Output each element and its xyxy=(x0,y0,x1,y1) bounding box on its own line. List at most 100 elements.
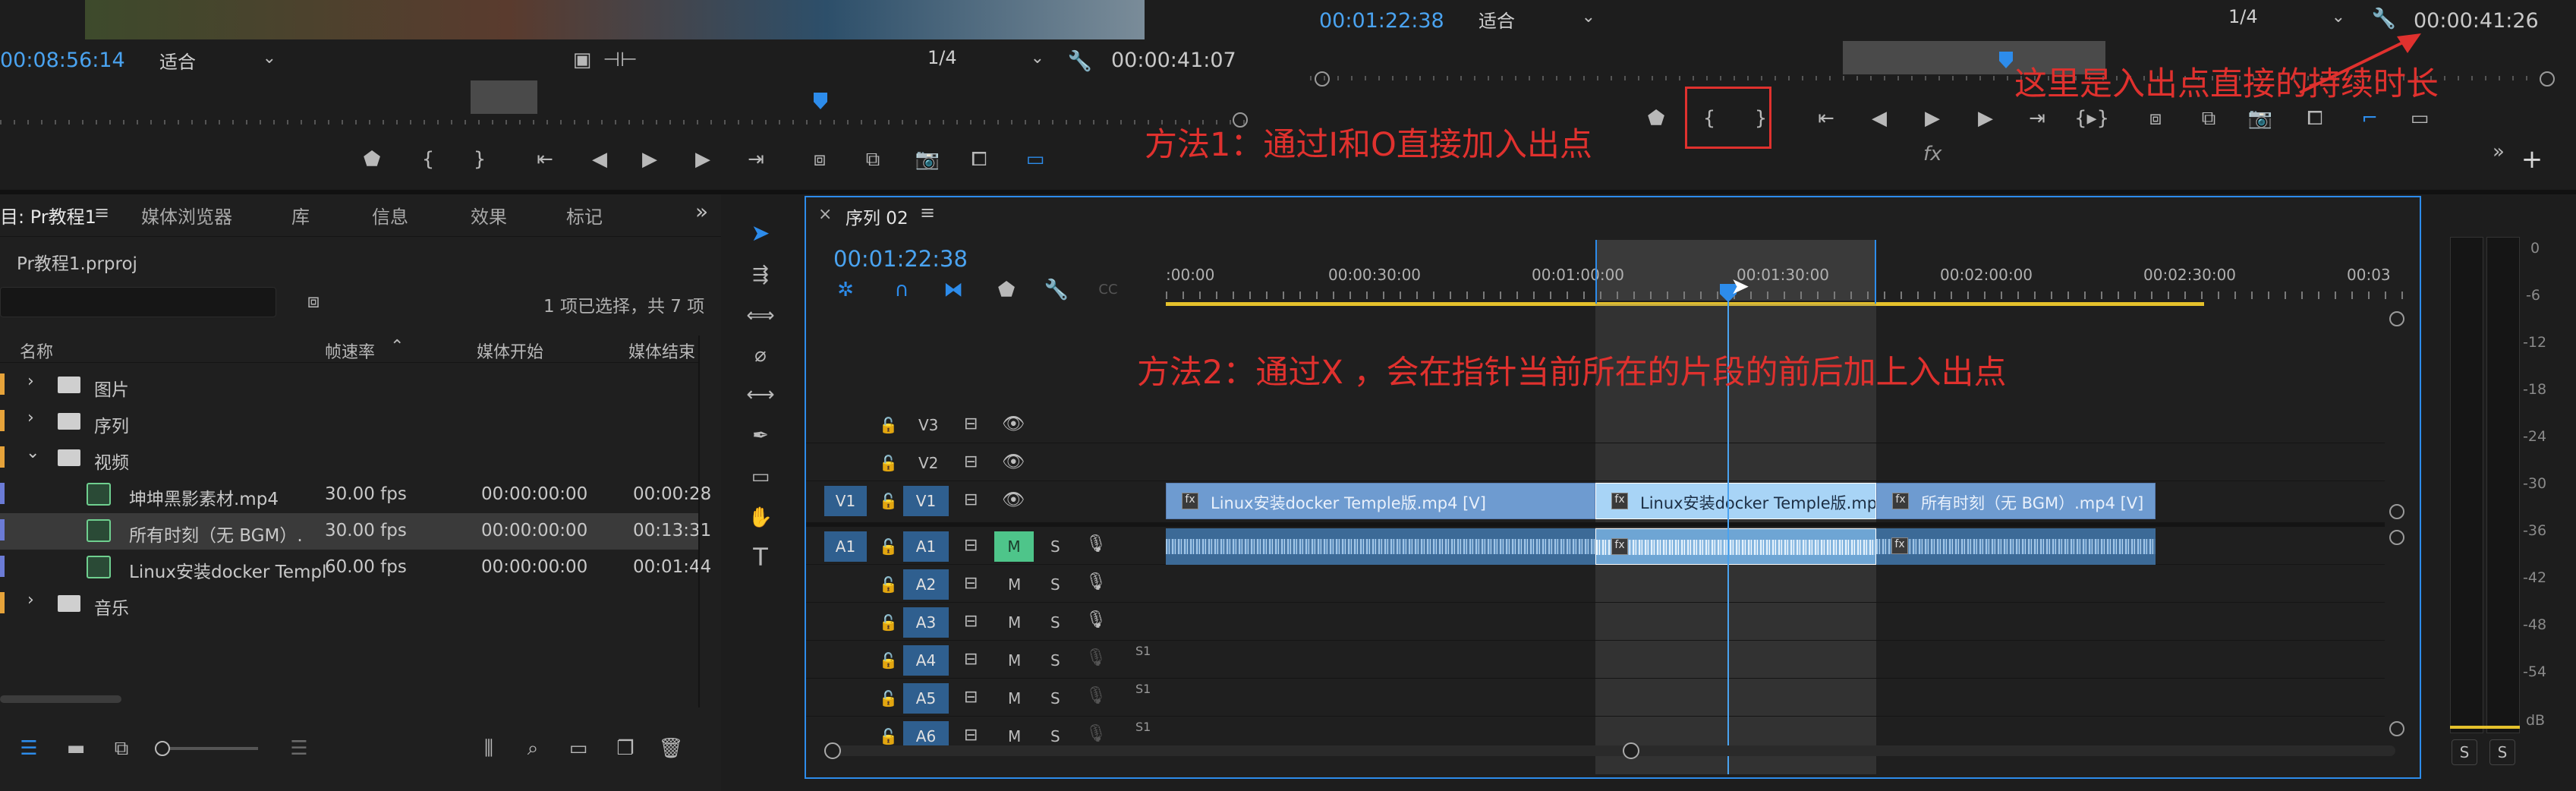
list-item[interactable]: 坤坤黑影素材.mp4 30.00 fps 00:00:00:00 00:00:2… xyxy=(0,477,711,513)
trash-icon[interactable]: 🗑 xyxy=(657,735,685,762)
comparison-icon[interactable]: ⊣⊢ xyxy=(603,49,637,71)
sync-lock-icon[interactable]: ⊟ xyxy=(964,612,978,631)
source-playhead[interactable] xyxy=(814,93,827,109)
slip-tool-icon[interactable]: ⟷ xyxy=(744,378,777,411)
solo-button[interactable]: S xyxy=(1050,689,1060,707)
step-back-icon[interactable]: ◀ xyxy=(584,144,615,175)
solo-button[interactable]: S xyxy=(1050,727,1060,745)
go-to-in-icon[interactable]: ⇤ xyxy=(530,144,560,175)
track-label[interactable]: A4 xyxy=(903,645,949,676)
proxy-toggle-icon[interactable]: ⌐ xyxy=(2354,103,2385,134)
new-item-icon[interactable]: ❐ xyxy=(612,735,639,762)
audio-clip-selected[interactable]: fx xyxy=(1595,528,1876,565)
tab-media-browser[interactable]: 媒体浏览器 xyxy=(141,202,232,228)
source-patch-v1[interactable]: V1 xyxy=(824,486,867,516)
camera-icon[interactable]: 📷 xyxy=(912,144,943,175)
sync-lock-icon[interactable]: ⊟ xyxy=(964,414,978,433)
tab-menu-icon[interactable]: ≡ xyxy=(94,202,109,223)
type-tool-icon[interactable]: T xyxy=(744,540,777,574)
vr-video-icon[interactable]: ▭ xyxy=(1019,144,1052,175)
lock-icon[interactable]: 🔓 xyxy=(879,689,898,707)
zoom-start-handle[interactable] xyxy=(824,742,841,759)
mark-out-icon[interactable]: } xyxy=(464,144,495,175)
mark-in-icon[interactable]: { xyxy=(413,144,443,175)
solo-button[interactable]: S xyxy=(1050,537,1060,556)
column-frame-rate[interactable]: 帧速率 xyxy=(325,339,375,363)
microphone-icon[interactable]: 🎙 xyxy=(1085,648,1107,667)
search-icon[interactable]: ⌕ xyxy=(519,735,546,762)
lift-icon[interactable]: ⧈ xyxy=(2139,103,2172,134)
column-media-start[interactable]: 媒体开始 xyxy=(477,339,543,363)
step-forward-icon[interactable]: ▶ xyxy=(1970,103,2001,134)
list-item[interactable]: Linux安装docker Templ 60.00 fps 00:00:00:0… xyxy=(0,550,711,586)
track-label[interactable]: A2 xyxy=(903,569,949,600)
zoom-slider[interactable] xyxy=(156,747,258,750)
captions-icon[interactable]: CC xyxy=(1093,276,1123,304)
meter-solo-right[interactable]: S xyxy=(2489,739,2515,765)
nest-toggle-icon[interactable]: ✲ xyxy=(832,276,859,304)
microphone-icon[interactable]: 🎙 xyxy=(1085,724,1107,743)
go-to-out-icon[interactable]: ⇥ xyxy=(2022,103,2052,134)
pen-tool-icon[interactable]: ✒ xyxy=(744,419,777,452)
new-bin-icon[interactable]: ▭ xyxy=(565,735,592,762)
linked-selection-icon[interactable]: ⧓ xyxy=(940,276,967,304)
lock-icon[interactable]: 🔓 xyxy=(879,613,898,632)
source-resolution-dropdown[interactable]: 1/4 ⌄ xyxy=(927,47,1049,74)
list-item[interactable]: › 序列 xyxy=(0,404,700,440)
scroll-handle-icon[interactable] xyxy=(2389,721,2404,736)
icon-view-icon[interactable]: ▬ xyxy=(62,735,90,762)
sync-lock-icon[interactable]: ⊟ xyxy=(964,536,978,555)
audio-clip[interactable]: fx xyxy=(1876,528,2156,565)
lock-icon[interactable]: 🔓 xyxy=(879,575,898,594)
play-icon[interactable]: ▶ xyxy=(1917,103,1948,134)
close-tab-icon[interactable]: × xyxy=(818,205,832,224)
insert-icon[interactable]: ⧈ xyxy=(803,144,836,175)
panel-overflow-icon[interactable]: » xyxy=(695,199,708,224)
tab-markers[interactable]: 标记 xyxy=(566,202,603,228)
track-label[interactable]: V1 xyxy=(903,486,949,516)
tab-library[interactable]: 库 xyxy=(291,202,310,228)
rectangle-tool-icon[interactable]: ▭ xyxy=(744,460,777,493)
expand-icon[interactable]: › xyxy=(27,372,34,391)
list-item[interactable]: › 音乐 xyxy=(0,586,700,622)
track-label[interactable]: V2 xyxy=(918,454,938,472)
extract-icon[interactable]: ⧉ xyxy=(2192,103,2225,134)
mute-button[interactable]: M xyxy=(1008,689,1021,707)
source-inout-range[interactable] xyxy=(471,80,537,114)
automate-sequence-icon[interactable]: ⫼ xyxy=(474,735,504,762)
wrench-icon[interactable]: 🔧 xyxy=(1067,49,1093,74)
list-item[interactable]: › 图片 xyxy=(0,367,700,404)
lock-icon[interactable]: 🔓 xyxy=(879,454,898,472)
add-marker-icon[interactable]: ⬟ xyxy=(993,276,1020,304)
mute-button[interactable]: M xyxy=(994,531,1034,562)
track-label[interactable]: A5 xyxy=(903,683,949,714)
column-media-end[interactable]: 媒体结束 xyxy=(628,339,695,363)
project-horizontal-scrollbar[interactable] xyxy=(0,695,121,703)
timeline-zoom-track[interactable] xyxy=(832,745,2395,756)
zoom-end-handle[interactable] xyxy=(1623,742,1639,759)
safe-margins-icon[interactable]: ▣ xyxy=(571,49,594,71)
microphone-icon[interactable]: 🎙 xyxy=(1085,534,1107,553)
add-marker-icon[interactable]: ⬟ xyxy=(1641,103,1671,134)
track-label[interactable]: V3 xyxy=(918,416,938,434)
list-item-selected[interactable]: 所有时刻（无 BGM）. 30.00 fps 00:00:00:00 00:13… xyxy=(0,513,711,550)
scroll-handle-icon[interactable] xyxy=(2389,530,2404,545)
selection-tool-icon[interactable]: ➤ xyxy=(744,217,777,251)
video-clip[interactable]: fx Linux安装docker Temple版.mp4 [V] xyxy=(1166,483,1595,519)
track-label[interactable]: A3 xyxy=(903,607,949,638)
list-item[interactable]: ⌄ 视频 xyxy=(0,440,700,477)
solo-button[interactable]: S xyxy=(1050,651,1060,670)
list-view-icon[interactable]: ☰ xyxy=(15,735,43,762)
zoom-slider-handle[interactable] xyxy=(155,741,170,756)
step-forward-icon[interactable]: ▶ xyxy=(688,144,718,175)
camera-icon[interactable]: 📷 xyxy=(2245,103,2275,134)
eye-icon[interactable]: 👁 xyxy=(1002,451,1025,472)
sort-icons-icon[interactable]: ☰ xyxy=(285,735,313,762)
microphone-icon[interactable]: 🎙 xyxy=(1085,686,1107,705)
source-patch-a1[interactable]: A1 xyxy=(824,531,867,562)
project-search-input[interactable] xyxy=(0,287,276,317)
sequence-tab[interactable]: 序列 02 xyxy=(846,203,909,229)
freeform-view-icon[interactable]: ⧉ xyxy=(106,735,137,762)
microphone-icon[interactable]: 🎙 xyxy=(1085,610,1107,629)
new-bin-from-search-icon[interactable]: ⧈ xyxy=(301,288,326,314)
